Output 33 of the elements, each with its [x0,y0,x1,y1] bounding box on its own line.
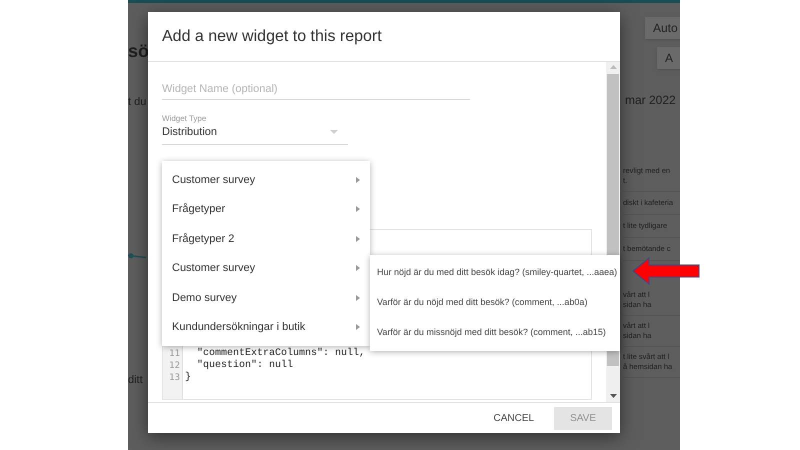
menu-item[interactable]: Demo survey [162,283,370,312]
background-label: t du [128,96,146,108]
menu-item[interactable]: Customer survey [162,254,370,283]
line-number: 11 [168,348,181,360]
code-line: "question": null [196,360,294,372]
submenu-item[interactable]: Varför är du nöjd med ditt besök? (comment, ...ab0a) [370,288,620,318]
date-label: mar 2022 [625,92,676,109]
line-number: 12 [168,360,181,372]
menu-item[interactable]: Frågetyper 2 [162,224,370,254]
menu-item[interactable]: Frågetyper [162,194,370,224]
dialog-button[interactable]: CANCEL [489,406,538,430]
scroll-up-icon[interactable] [610,65,616,69]
submenu-arrow-icon [356,324,360,330]
submenu-arrow-icon [356,294,360,301]
line-number: 13 [168,372,181,384]
submenu-arrow-icon [356,176,360,183]
widget-type-select[interactable]: Widget Type Distribution [162,114,348,144]
submenu-arrow-icon [356,265,360,272]
dropdown-caret-icon [330,130,338,134]
scroll-down-icon[interactable] [610,394,616,398]
submenu-arrow-icon [356,236,360,242]
code-line: } [185,372,192,384]
submenu-item[interactable]: Varför är du missnöjd med ditt besök? (comment, ...ab15) [370,318,620,348]
submenu-item[interactable]: Hur nöjd är du med ditt besök idag? (smiley-quartet, ...aaea) [370,258,620,288]
arrow-icon [632,257,700,285]
widget-name-field[interactable]: Widget Name (optional) [162,78,470,100]
dialog-title: Add a new widget to this report [162,26,382,46]
menu-item[interactable]: Kundundersökningar i butik [162,312,370,342]
menu-item[interactable]: Customer survey [162,165,370,194]
code-line: "commentExtraColumns": null, [196,348,366,360]
page-heading: sö [128,41,150,61]
background-label: ditt [128,374,143,386]
submenu-arrow-icon [356,206,360,212]
